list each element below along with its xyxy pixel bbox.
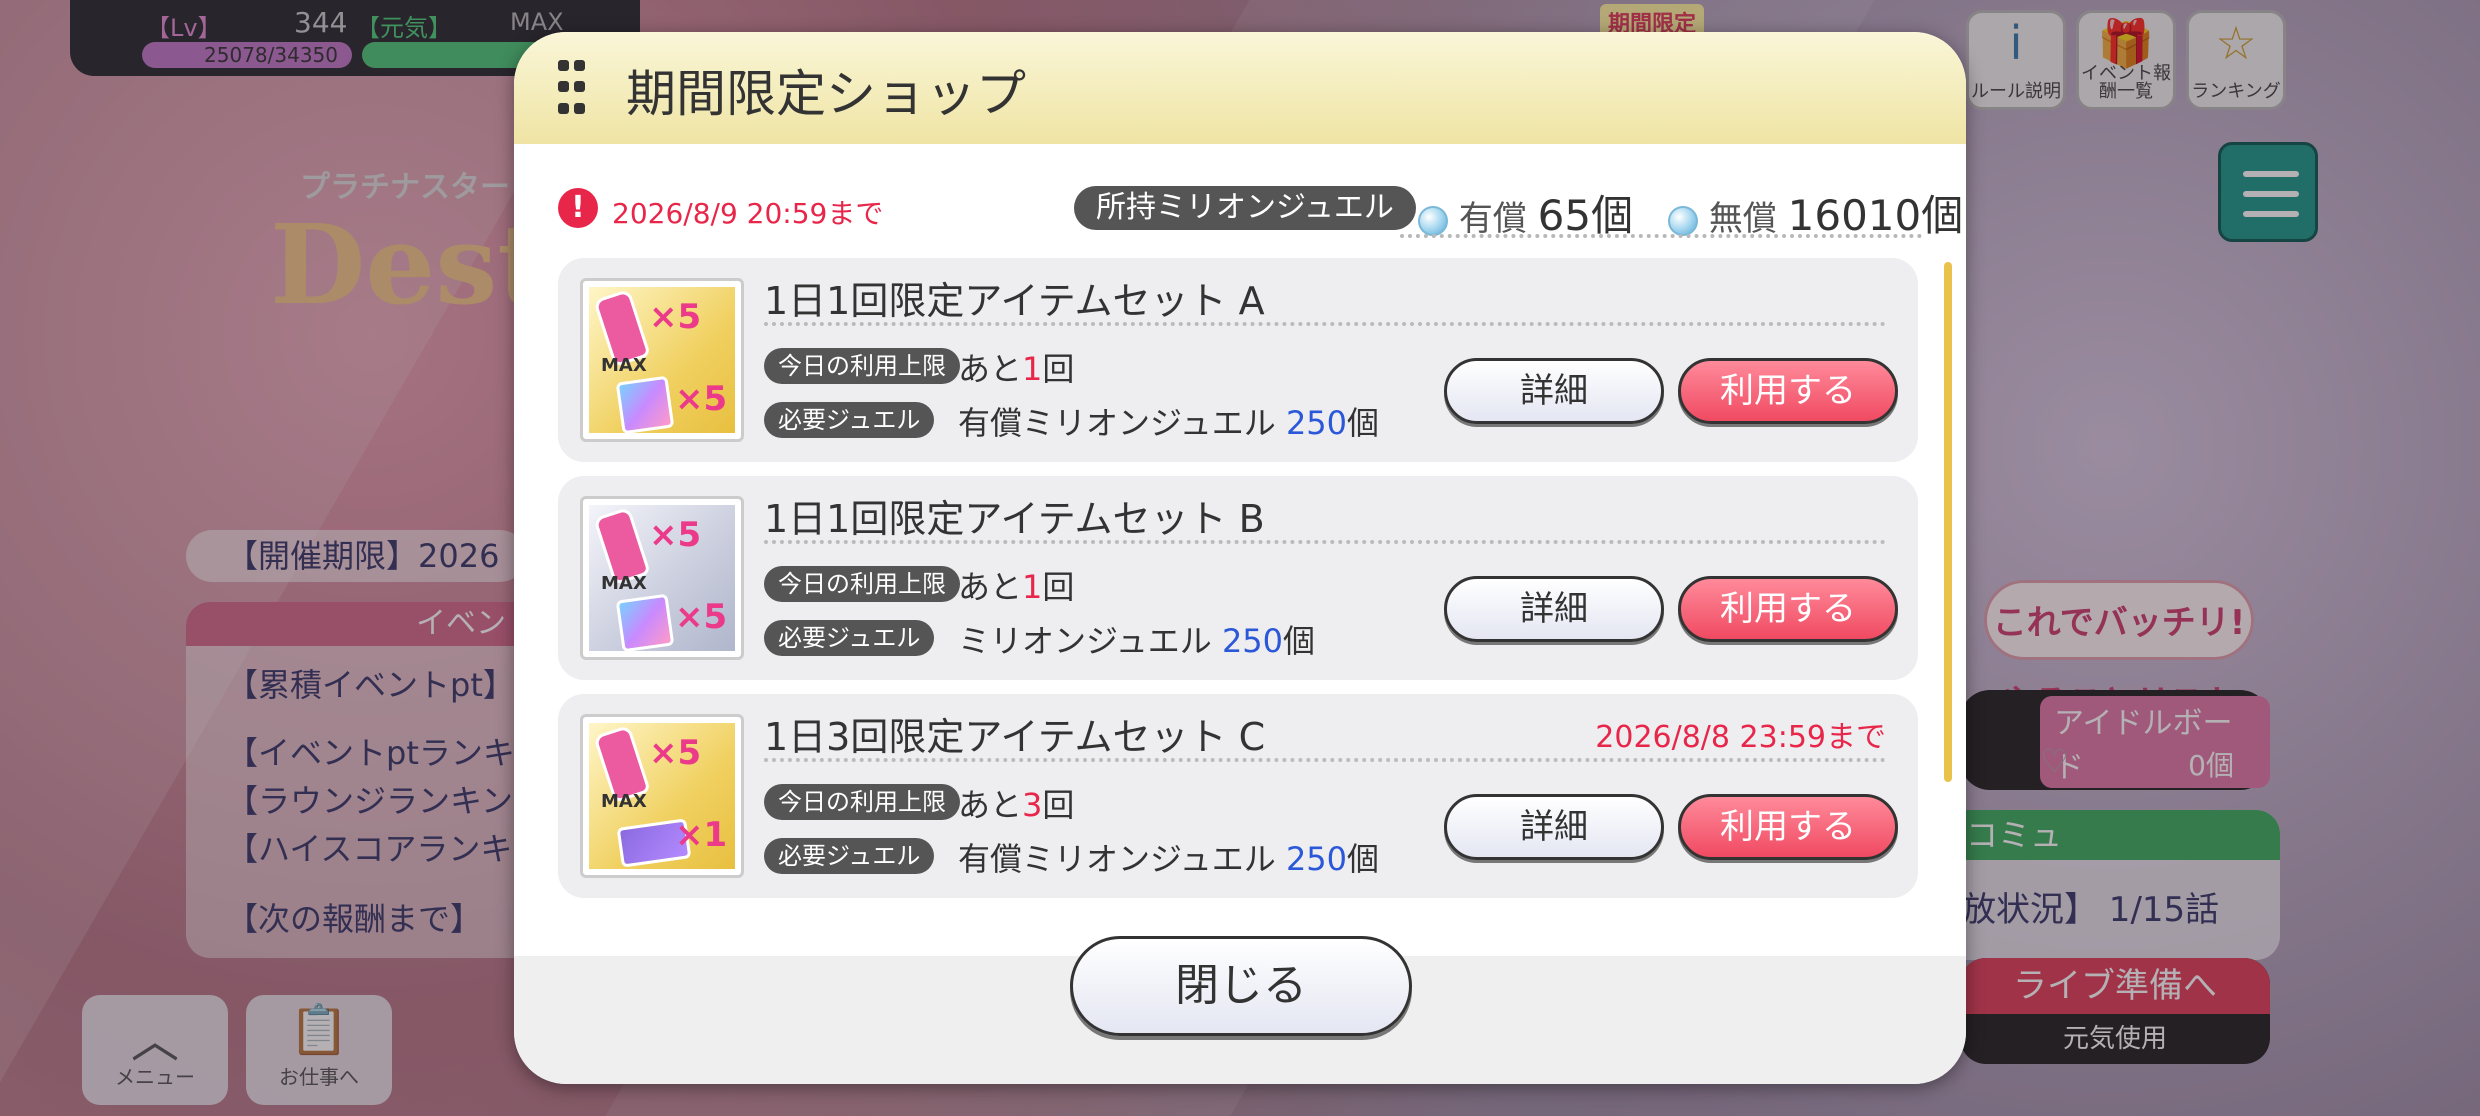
item-thumbnail: ×5 MAX ×5: [580, 496, 744, 660]
limit-remaining: あと1回: [958, 344, 1074, 390]
dialog-title: 期間限定ショップ: [626, 65, 1026, 123]
max-label: MAX: [601, 355, 647, 376]
limit-tag: 今日の利用上限: [764, 348, 960, 384]
jewel-tag: 必要ジュエル: [764, 620, 935, 656]
item-quantity: ×5: [649, 515, 702, 555]
limited-shop-dialog: 期間限定ショップ ! 2026/8/9 20:59まで 所持ミリオンジュエル 有…: [514, 32, 1966, 1084]
ticket-icon: [615, 593, 675, 651]
limit-prefix: あと: [958, 350, 1023, 388]
jewel-cost: 有償ミリオンジュエル 250個: [958, 834, 1379, 880]
limit-prefix: あと: [958, 568, 1023, 606]
dialog-header: 期間限定ショップ: [514, 32, 1966, 144]
shop-item-card: ×5 MAX ×5 1日1回限定アイテムセット B 今日の利用上限 あと1回 必…: [558, 476, 1918, 680]
paid-label: 有償: [1458, 199, 1527, 239]
max-label: MAX: [601, 573, 647, 594]
list-scrollbar[interactable]: [1944, 262, 1952, 782]
item-quantity: ×5: [675, 597, 728, 637]
item-deadline: 2026/8/8 23:59まで: [1595, 720, 1886, 755]
jewel-unit: 個: [1347, 840, 1380, 878]
limit-suffix: 回: [1042, 350, 1075, 388]
jewel-cost: ミリオンジュエル 250個: [958, 616, 1315, 662]
max-label: MAX: [601, 791, 647, 812]
jewel-amount: 250: [1285, 404, 1348, 442]
limit-remaining: あと1回: [958, 562, 1074, 608]
divider: [764, 758, 1886, 762]
alert-icon: !: [558, 188, 598, 228]
use-button[interactable]: 利用する: [1678, 794, 1898, 860]
free-label: 無償: [1708, 199, 1777, 239]
limit-tag: 今日の利用上限: [764, 784, 960, 820]
divider: [764, 322, 1886, 326]
shop-item-card: ×5 MAX ×5 1日1回限定アイテムセット A 今日の利用上限 あと1回 必…: [558, 258, 1918, 462]
divider: [764, 540, 1886, 544]
jewel-type: ミリオンジュエル: [958, 622, 1222, 660]
shop-info-bar: ! 2026/8/9 20:59まで 所持ミリオンジュエル 有償 65個 無償 …: [558, 186, 1963, 240]
shop-item-list[interactable]: ×5 MAX ×5 1日1回限定アイテムセット A 今日の利用上限 あと1回 必…: [558, 258, 1918, 898]
jewel-amount: 250: [1221, 622, 1284, 660]
jewel-cost: 有償ミリオンジュエル 250個: [958, 398, 1379, 444]
limit-count: 1: [1022, 568, 1043, 606]
jewel-icon: [1418, 205, 1448, 236]
jewel-tag: 必要ジュエル: [764, 838, 935, 874]
ticket-icon: [615, 375, 675, 433]
free-value: 16010個: [1787, 191, 1964, 240]
jewel-unit: 個: [1347, 404, 1380, 442]
item-name: 1日1回限定アイテムセット B: [764, 497, 1265, 541]
jewel-icon: [1668, 205, 1698, 236]
limit-prefix: あと: [958, 786, 1023, 824]
jewel-type: 有償ミリオンジュエル: [958, 840, 1286, 878]
close-button[interactable]: 閉じる: [1070, 936, 1412, 1036]
jewel-type: 有償ミリオンジュエル: [958, 404, 1286, 442]
item-thumbnail: ×5 MAX ×1: [580, 714, 744, 878]
item-thumbnail: ×5 MAX ×5: [580, 278, 744, 442]
jewel-unit: 個: [1283, 622, 1316, 660]
item-name: 1日1回限定アイテムセット A: [764, 279, 1265, 323]
dialog-body: ! 2026/8/9 20:59まで 所持ミリオンジュエル 有償 65個 無償 …: [514, 144, 1966, 956]
use-button[interactable]: 利用する: [1678, 358, 1898, 424]
shop-deadline: 2026/8/9 20:59まで: [612, 197, 884, 230]
drag-handle-icon[interactable]: [558, 60, 586, 120]
item-name: 1日3回限定アイテムセット C: [764, 715, 1266, 759]
divider: [1400, 234, 1922, 238]
limit-suffix: 回: [1042, 568, 1075, 606]
paid-value: 65個: [1537, 191, 1634, 240]
detail-button[interactable]: 詳細: [1444, 358, 1664, 424]
limit-count: 1: [1022, 350, 1043, 388]
dialog-footer: 閉じる: [514, 936, 1966, 1084]
item-quantity: ×5: [649, 733, 702, 773]
limit-suffix: 回: [1042, 786, 1075, 824]
item-quantity: ×5: [675, 379, 728, 419]
limit-count: 3: [1022, 786, 1043, 824]
owned-jewel-label: 所持ミリオンジュエル: [1074, 186, 1416, 230]
shop-item-card: ×5 MAX ×1 1日3回限定アイテムセット C 2026/8/8 23:59…: [558, 694, 1918, 898]
limit-tag: 今日の利用上限: [764, 566, 960, 602]
item-quantity: ×1: [675, 815, 728, 855]
jewel-amount: 250: [1285, 840, 1348, 878]
use-button[interactable]: 利用する: [1678, 576, 1898, 642]
limit-remaining: あと3回: [958, 780, 1074, 826]
detail-button[interactable]: 詳細: [1444, 576, 1664, 642]
detail-button[interactable]: 詳細: [1444, 794, 1664, 860]
item-quantity: ×5: [649, 297, 702, 337]
jewel-tag: 必要ジュエル: [764, 402, 935, 438]
